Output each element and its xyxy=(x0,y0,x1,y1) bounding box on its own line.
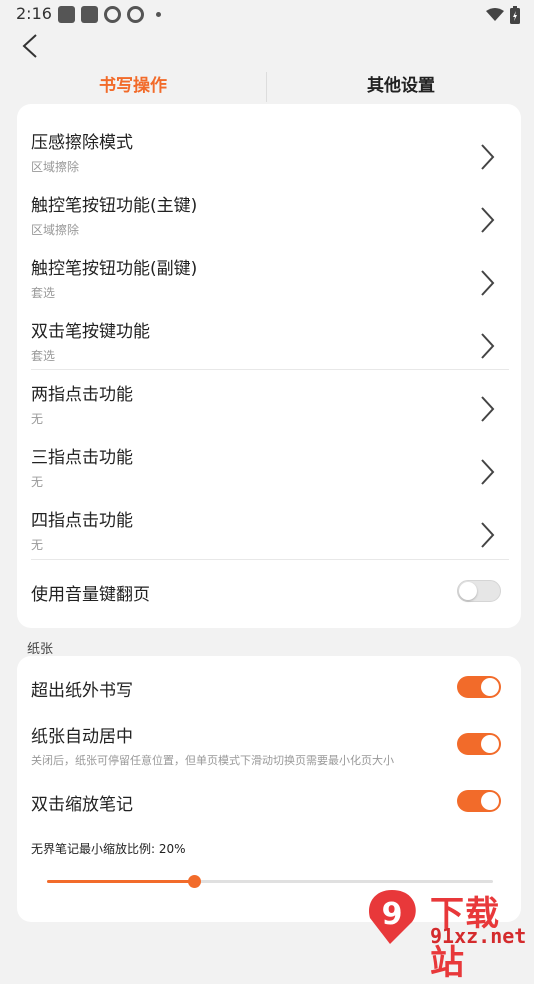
setting-value: 区域擦除 xyxy=(31,223,80,237)
toggle-knob xyxy=(481,792,499,810)
setting-value: 无 xyxy=(31,538,44,552)
divider xyxy=(31,559,509,560)
tab-writing-ops[interactable]: 书写操作 xyxy=(0,70,266,102)
min-zoom-slider[interactable] xyxy=(47,875,493,888)
setting-title: 触控笔按钮功能(副键) xyxy=(31,259,198,279)
svg-text:9: 9 xyxy=(382,897,403,932)
site-watermark: 9 下载站 91xz.net xyxy=(362,886,534,983)
chevron-right-icon xyxy=(481,459,495,485)
setting-value: 无 xyxy=(31,475,44,489)
settings-tabs: 书写操作 其他设置 xyxy=(0,70,534,102)
setting-title: 压感擦除模式 xyxy=(31,133,133,153)
setting-two-finger-tap[interactable]: 两指点击功能 无 xyxy=(31,380,511,436)
setting-double-tap-pen-key[interactable]: 双击笔按键功能 套选 xyxy=(31,317,511,373)
chevron-right-icon xyxy=(481,396,495,422)
setting-out-of-paper[interactable]: 超出纸外书写 xyxy=(31,676,511,702)
setting-title: 触控笔按钮功能(主键) xyxy=(31,196,198,216)
slider-fill xyxy=(47,880,194,883)
setting-four-finger-tap[interactable]: 四指点击功能 无 xyxy=(31,506,511,562)
watermark-domain: 91xz.net xyxy=(430,924,527,948)
setting-stylus-primary-button[interactable]: 触控笔按钮功能(主键) 区域擦除 xyxy=(31,191,511,247)
system-icons xyxy=(486,6,520,24)
chevron-right-icon xyxy=(481,207,495,233)
setting-title: 双击笔按键功能 xyxy=(31,322,150,342)
auto-center-toggle[interactable] xyxy=(457,733,501,755)
battery-icon xyxy=(510,6,520,24)
section-label-paper: 纸张 xyxy=(27,642,54,657)
notification-icons xyxy=(58,6,161,23)
setting-double-tap-zoom[interactable]: 双击缩放笔记 xyxy=(31,790,511,816)
chevron-right-icon xyxy=(481,270,495,296)
toggle-knob xyxy=(459,582,477,600)
setting-pressure-erase[interactable]: 压感擦除模式 区域擦除 xyxy=(31,128,511,184)
divider xyxy=(31,369,509,370)
tab-divider xyxy=(266,72,267,102)
notification-app-icon xyxy=(81,6,98,23)
watermark-logo-icon: 9 xyxy=(368,890,416,944)
notification-aperture-icon xyxy=(104,6,121,23)
setting-title: 使用音量键翻页 xyxy=(31,585,150,605)
setting-volume-page-turn[interactable]: 使用音量键翻页 xyxy=(31,580,511,606)
setting-title: 超出纸外书写 xyxy=(31,681,133,701)
setting-three-finger-tap[interactable]: 三指点击功能 无 xyxy=(31,443,511,499)
setting-value: 无 xyxy=(31,412,44,426)
tab-other-settings[interactable]: 其他设置 xyxy=(268,70,534,102)
status-time: 2:16 xyxy=(16,4,52,23)
setting-title: 双击缩放笔记 xyxy=(31,795,133,815)
back-arrow-icon[interactable] xyxy=(18,32,46,60)
setting-value: 套选 xyxy=(31,286,56,300)
status-bar: 2:16 xyxy=(0,0,534,28)
more-notifications-icon xyxy=(156,12,161,17)
double-tap-zoom-toggle[interactable] xyxy=(457,790,501,812)
notification-aperture-icon xyxy=(127,6,144,23)
wifi-icon xyxy=(486,8,504,21)
paper-card: 超出纸外书写 纸张自动居中 关闭后，纸张可停留任意位置，但单页模式下滑动切换页需… xyxy=(17,656,521,922)
setting-stylus-secondary-button[interactable]: 触控笔按钮功能(副键) 套选 xyxy=(31,254,511,310)
chevron-right-icon xyxy=(481,522,495,548)
setting-title: 纸张自动居中 xyxy=(31,727,133,747)
setting-value: 区域擦除 xyxy=(31,160,80,174)
writing-ops-card: 压感擦除模式 区域擦除 触控笔按钮功能(主键) 区域擦除 触控笔按钮功能(副键)… xyxy=(17,104,521,628)
setting-title: 四指点击功能 xyxy=(31,511,133,531)
setting-description: 关闭后，纸张可停留任意位置，但单页模式下滑动切换页需要最小化页大小 xyxy=(31,754,394,767)
chevron-right-icon xyxy=(481,144,495,170)
out-of-paper-toggle[interactable] xyxy=(457,676,501,698)
volume-page-turn-toggle[interactable] xyxy=(457,580,501,602)
toggle-knob xyxy=(481,735,499,753)
notification-app-icon xyxy=(58,6,75,23)
setting-title: 两指点击功能 xyxy=(31,385,133,405)
chevron-right-icon xyxy=(481,333,495,359)
slider-thumb[interactable] xyxy=(188,875,201,888)
min-zoom-label: 无界笔记最小缩放比例: 20% xyxy=(31,842,186,856)
setting-value: 套选 xyxy=(31,349,56,363)
setting-auto-center[interactable]: 纸张自动居中 关闭后，纸张可停留任意位置，但单页模式下滑动切换页需要最小化页大小 xyxy=(31,722,511,770)
toggle-knob xyxy=(481,678,499,696)
setting-title: 三指点击功能 xyxy=(31,448,133,468)
